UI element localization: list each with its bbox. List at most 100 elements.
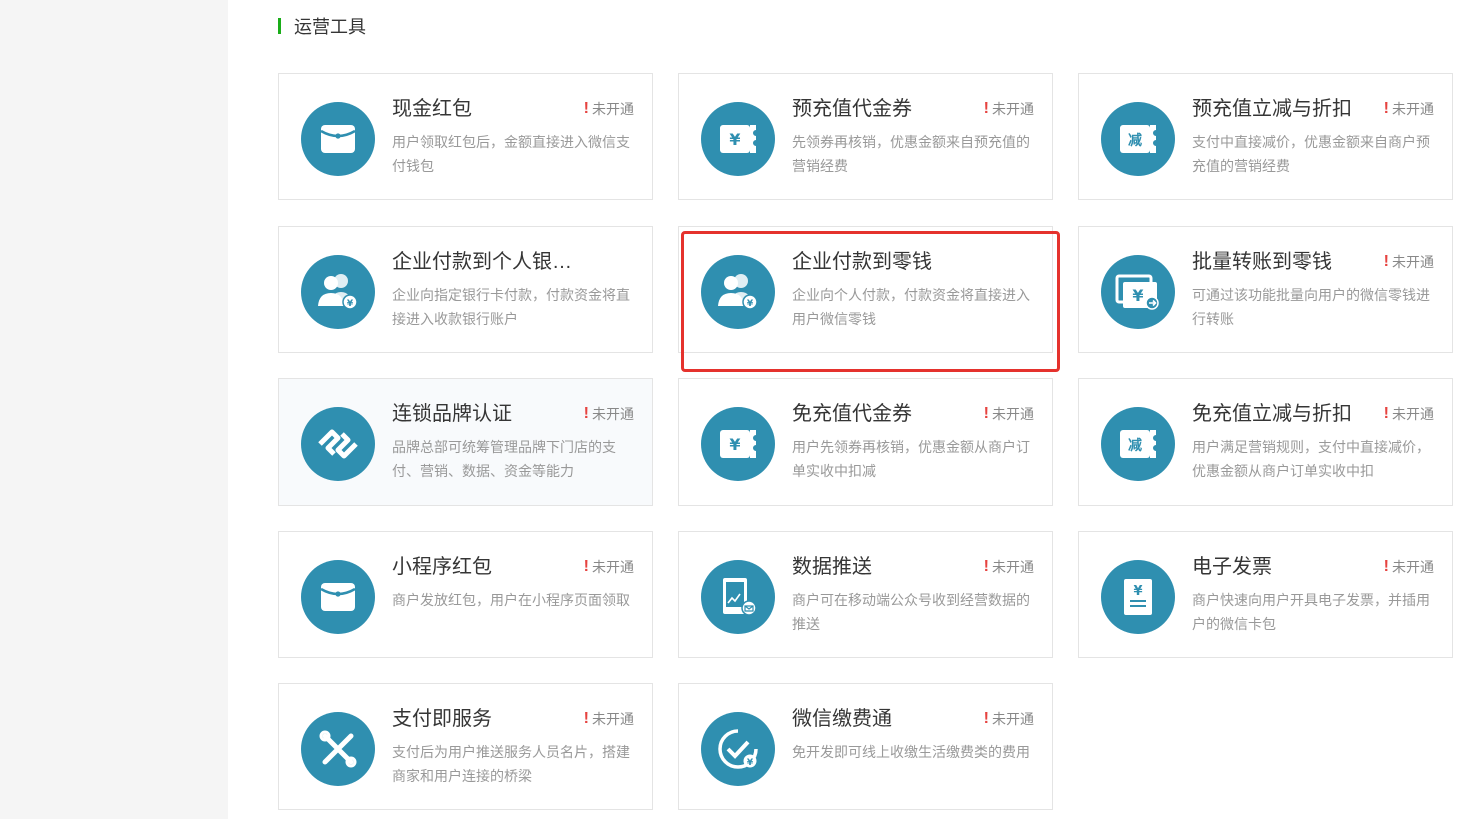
warning-icon: ! bbox=[1383, 253, 1389, 270]
svg-text:¥: ¥ bbox=[347, 299, 354, 309]
status-text: 未开通 bbox=[992, 101, 1034, 117]
tools-grid: 现金红包! 未开通 用户领取红包后，金额直接进入微信支付钱包 ¥ 预充值代金券! 未开通先… bbox=[278, 73, 1462, 819]
status-badge: ! 未开通 bbox=[984, 558, 1034, 576]
tool-card[interactable]: 减免充值立减与折扣! 未开通 用户满足营销规则，支付中直接减价，优惠金额从商户订单实… bbox=[1078, 378, 1453, 506]
tool-card[interactable]: ¥ 企业付款到个人银… 企业向指定银行卡付款，付款资金将直接进入收款银行账户 bbox=[278, 226, 653, 353]
tool-title: 连锁品牌认证 bbox=[392, 403, 512, 425]
status-text: 未开通 bbox=[592, 559, 634, 575]
tool-title: 支付即服务 bbox=[392, 708, 492, 730]
tool-title: 微信缴费通 bbox=[792, 708, 892, 730]
tool-description: 用户先领券再核销，优惠金额从商户订单实收中扣减 bbox=[792, 439, 1030, 479]
warning-icon: ! bbox=[583, 405, 589, 422]
tool-card[interactable]: ¥ 电子发票! 未开通 商户快速向用户开具电子发票，并插用户的微信卡包 bbox=[1078, 531, 1453, 658]
tool-description: 企业向指定银行卡付款，付款资金将直接进入收款银行账户 bbox=[392, 287, 630, 327]
tool-title: 现金红包 bbox=[392, 98, 472, 120]
yen-coupon-icon: ¥ bbox=[701, 102, 775, 176]
status-text: 未开通 bbox=[1392, 406, 1434, 422]
warning-icon: ! bbox=[1383, 405, 1389, 422]
tool-description: 用户领取红包后，金额直接进入微信支付钱包 bbox=[392, 134, 630, 174]
tool-title: 免充值立减与折扣 bbox=[1192, 403, 1352, 425]
status-badge: ! 未开通 bbox=[984, 100, 1034, 118]
tool-title: 免充值代金券 bbox=[792, 403, 912, 425]
tool-description: 支付后为用户推送服务人员名片，搭建商家和用户连接的桥梁 bbox=[392, 744, 630, 784]
tool-description: 企业向个人付款，付款资金将直接进入用户微信零钱 bbox=[792, 287, 1030, 327]
svg-text:¥: ¥ bbox=[1133, 584, 1142, 599]
status-text: 未开通 bbox=[1392, 254, 1434, 270]
tool-description: 商户可在移动端公众号收到经营数据的推送 bbox=[792, 592, 1030, 632]
tool-title: 预充值代金券 bbox=[792, 98, 912, 120]
tool-title: 小程序红包 bbox=[392, 556, 492, 578]
red-envelope-icon bbox=[301, 560, 375, 634]
tool-card[interactable]: 支付即服务! 未开通 支付后为用户推送服务人员名片，搭建商家和用户连接的桥梁 bbox=[278, 683, 653, 810]
warning-icon: ! bbox=[1383, 558, 1389, 575]
status-badge: ! 未开通 bbox=[584, 710, 634, 728]
status-text: 未开通 bbox=[592, 406, 634, 422]
svg-text:¥: ¥ bbox=[729, 130, 740, 149]
status-text: 未开通 bbox=[992, 406, 1034, 422]
tool-card[interactable]: 数据推送! 未开通 商户可在移动端公众号收到经营数据的推送 bbox=[678, 531, 1053, 658]
status-text: 未开通 bbox=[592, 711, 634, 727]
svg-text:¥: ¥ bbox=[747, 299, 754, 309]
svg-text:¥: ¥ bbox=[1132, 286, 1143, 305]
tool-title: 数据推送 bbox=[792, 556, 872, 578]
data-push-icon bbox=[701, 560, 775, 634]
tool-card[interactable]: ¥ 免充值代金券! 未开通 用户先领券再核销，优惠金额从商户订单实收中扣减 bbox=[678, 378, 1053, 506]
status-badge: ! 未开通 bbox=[984, 710, 1034, 728]
red-envelope-icon bbox=[301, 102, 375, 176]
tool-card[interactable]: ¥ 批量转账到零钱! 未开通 可通过该功能批量向用户的微信零钱进行转账 bbox=[1078, 226, 1453, 353]
tool-card[interactable]: 减预充值立减与折扣! 未开通 支付中直接减价，优惠金额来自商户预充值的营销经费 bbox=[1078, 73, 1453, 200]
bill-payment-icon: ¥ bbox=[701, 712, 775, 786]
status-badge: ! 未开通 bbox=[1384, 558, 1434, 576]
tool-card[interactable]: ¥ 企业付款到零钱企业向个人付款，付款资金将直接进入用户微信零钱 bbox=[678, 226, 1053, 353]
discount-coupon-icon: 减 bbox=[1101, 407, 1175, 481]
tool-description: 免开发即可线上收缴生活缴费类的费用 bbox=[792, 744, 1030, 760]
status-text: 未开通 bbox=[992, 559, 1034, 575]
warning-icon: ! bbox=[983, 100, 989, 117]
tool-card[interactable]: 连锁品牌认证! 未开通 品牌总部可统筹管理品牌下门店的支付、营销、数据、资金等能力 bbox=[278, 378, 653, 506]
warning-icon: ! bbox=[983, 405, 989, 422]
warning-icon: ! bbox=[983, 710, 989, 727]
tool-title: 电子发票 bbox=[1192, 556, 1272, 578]
status-badge: ! 未开通 bbox=[1384, 405, 1434, 423]
warning-icon: ! bbox=[583, 710, 589, 727]
service-link-icon bbox=[301, 712, 375, 786]
users-payment-icon: ¥ bbox=[301, 255, 375, 329]
svg-text:¥: ¥ bbox=[729, 435, 740, 454]
tool-description: 商户发放红包，用户在小程序页面领取 bbox=[392, 592, 630, 608]
warning-icon: ! bbox=[583, 558, 589, 575]
tool-card[interactable]: 现金红包! 未开通用户领取红包后，金额直接进入微信支付钱包 bbox=[278, 73, 653, 200]
warning-icon: ! bbox=[983, 558, 989, 575]
tool-description: 用户满足营销规则，支付中直接减价，优惠金额从商户订单实收中扣 bbox=[1192, 439, 1430, 479]
tool-title: 批量转账到零钱 bbox=[1192, 251, 1332, 273]
left-sidebar-area bbox=[0, 0, 228, 819]
tool-card[interactable]: ¥ 微信缴费通! 未开通 免开发即可线上收缴生活缴费类的费用 bbox=[678, 683, 1053, 810]
section-accent-bar bbox=[278, 18, 281, 34]
tool-card[interactable]: ¥ 预充值代金券! 未开通 先领券再核销，优惠金额来自预充值的营销经费 bbox=[678, 73, 1053, 200]
tool-title: 预充值立减与折扣 bbox=[1192, 98, 1352, 120]
status-text: 未开通 bbox=[592, 101, 634, 117]
status-badge: ! 未开通 bbox=[984, 405, 1034, 423]
warning-icon: ! bbox=[583, 100, 589, 117]
svg-text:减: 减 bbox=[1128, 437, 1142, 454]
tool-description: 先领券再核销，优惠金额来自预充值的营销经费 bbox=[792, 134, 1030, 174]
tool-card[interactable]: 小程序红包! 未开通商户发放红包，用户在小程序页面领取 bbox=[278, 531, 653, 658]
status-badge: ! 未开通 bbox=[1384, 100, 1434, 118]
status-text: 未开通 bbox=[1392, 101, 1434, 117]
invoice-icon: ¥ bbox=[1101, 560, 1175, 634]
svg-text:¥: ¥ bbox=[747, 758, 754, 768]
batch-transfer-icon: ¥ bbox=[1101, 255, 1175, 329]
status-text: 未开通 bbox=[992, 711, 1034, 727]
status-text: 未开通 bbox=[1392, 559, 1434, 575]
discount-coupon-icon: 减 bbox=[1101, 102, 1175, 176]
tool-description: 支付中直接减价，优惠金额来自商户预充值的营销经费 bbox=[1192, 134, 1430, 174]
tool-description: 可通过该功能批量向用户的微信零钱进行转账 bbox=[1192, 287, 1430, 327]
status-badge: ! 未开通 bbox=[584, 405, 634, 423]
tool-title: 企业付款到零钱 bbox=[792, 251, 932, 273]
status-badge: ! 未开通 bbox=[1384, 253, 1434, 271]
yen-coupon-icon: ¥ bbox=[701, 407, 775, 481]
section-title: 运营工具 bbox=[294, 17, 366, 37]
tool-description: 品牌总部可统筹管理品牌下门店的支付、营销、数据、资金等能力 bbox=[392, 439, 616, 479]
warning-icon: ! bbox=[1383, 100, 1389, 117]
chain-link-icon bbox=[301, 407, 375, 481]
tool-title: 企业付款到个人银… bbox=[392, 251, 572, 273]
